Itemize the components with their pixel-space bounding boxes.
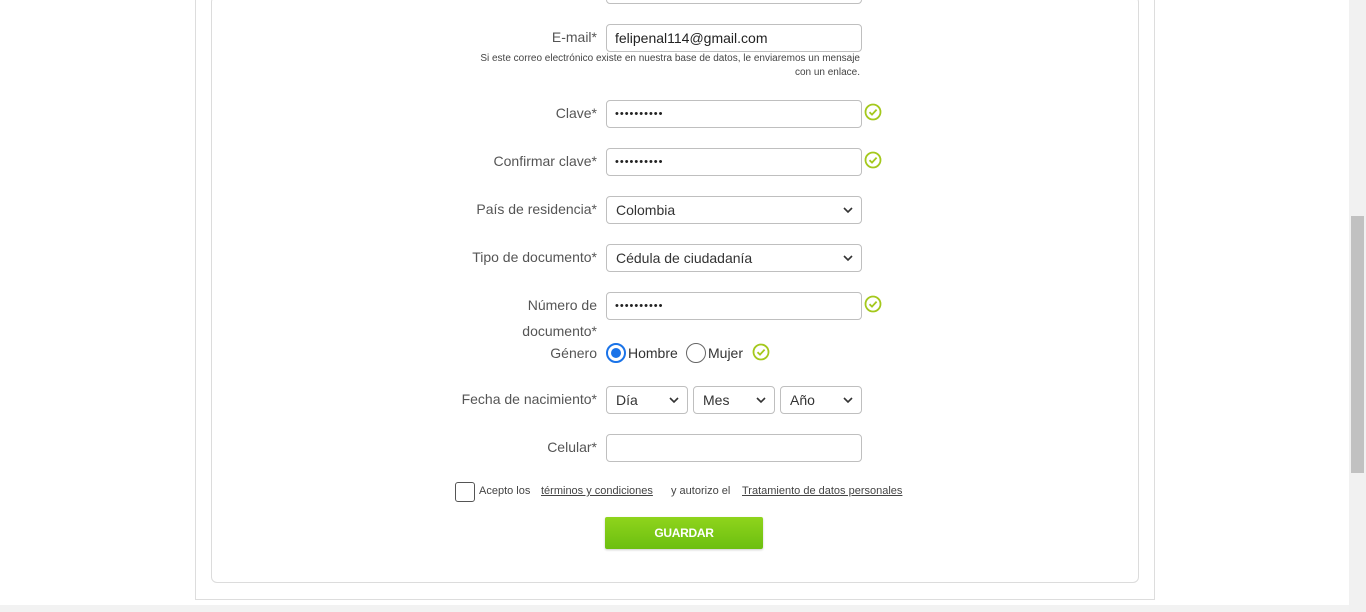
check-circle-icon [864, 103, 882, 121]
gender-option-hombre[interactable]: Hombre [628, 345, 678, 361]
previous-field-edge[interactable] [606, 0, 862, 4]
terms-checkbox[interactable] [455, 482, 475, 502]
birth-date-label: Fecha de nacimiento* [461, 391, 597, 407]
birth-month-value: Mes [703, 392, 730, 408]
birth-year-value: Año [790, 392, 815, 408]
gender-radio-hombre[interactable] [606, 343, 626, 363]
document-number-field[interactable]: •••••••••• [606, 292, 862, 320]
terms-link[interactable]: términos y condiciones [541, 485, 653, 497]
data-treatment-link[interactable]: Tratamiento de datos personales [742, 485, 902, 497]
chevron-down-icon [843, 397, 853, 404]
confirm-password-label: Confirmar clave* [493, 153, 597, 169]
country-label: País de residencia* [476, 201, 597, 217]
password-label: Clave* [555, 105, 597, 121]
chevron-down-icon [756, 397, 766, 404]
email-field[interactable]: felipenal114@gmail.com [606, 24, 862, 52]
terms-prefix: Acepto los [479, 485, 531, 497]
email-hint: Si este correo electrónico existe en nue… [480, 53, 860, 78]
check-circle-icon [864, 295, 882, 313]
chevron-down-icon [669, 397, 679, 404]
birth-year-select[interactable]: Año [780, 386, 862, 414]
document-type-select[interactable]: Cédula de ciudadanía [606, 244, 862, 272]
document-number-label-line1: Número de [527, 297, 597, 313]
birth-day-select[interactable]: Día [606, 386, 688, 414]
document-type-selected: Cédula de ciudadanía [616, 250, 753, 266]
country-selected: Colombia [616, 202, 676, 218]
country-select[interactable]: Colombia [606, 196, 862, 224]
password-field[interactable]: •••••••••• [606, 100, 862, 128]
gender-radio-mujer[interactable] [686, 343, 706, 363]
birth-day-value: Día [616, 392, 638, 408]
scrollbar[interactable] [1349, 0, 1366, 612]
page-bottom-strip [0, 605, 1349, 612]
chevron-down-icon [843, 255, 853, 262]
terms-middle: y autorizo el [671, 485, 731, 497]
phone-label: Celular* [547, 439, 597, 455]
gender-option-mujer[interactable]: Mujer [708, 345, 743, 361]
chevron-down-icon [843, 207, 853, 214]
confirm-password-field[interactable]: •••••••••• [606, 148, 862, 176]
document-type-label: Tipo de documento* [472, 249, 597, 265]
save-button[interactable]: GUARDAR [605, 517, 763, 549]
scrollbar-thumb[interactable] [1351, 216, 1364, 473]
phone-field[interactable] [606, 434, 862, 462]
check-circle-icon [752, 343, 770, 361]
gender-label: Género [550, 345, 597, 361]
email-label: E-mail* [551, 29, 597, 45]
birth-month-select[interactable]: Mes [693, 386, 775, 414]
check-circle-icon [864, 151, 882, 169]
document-number-label-line2: documento* [522, 323, 597, 339]
